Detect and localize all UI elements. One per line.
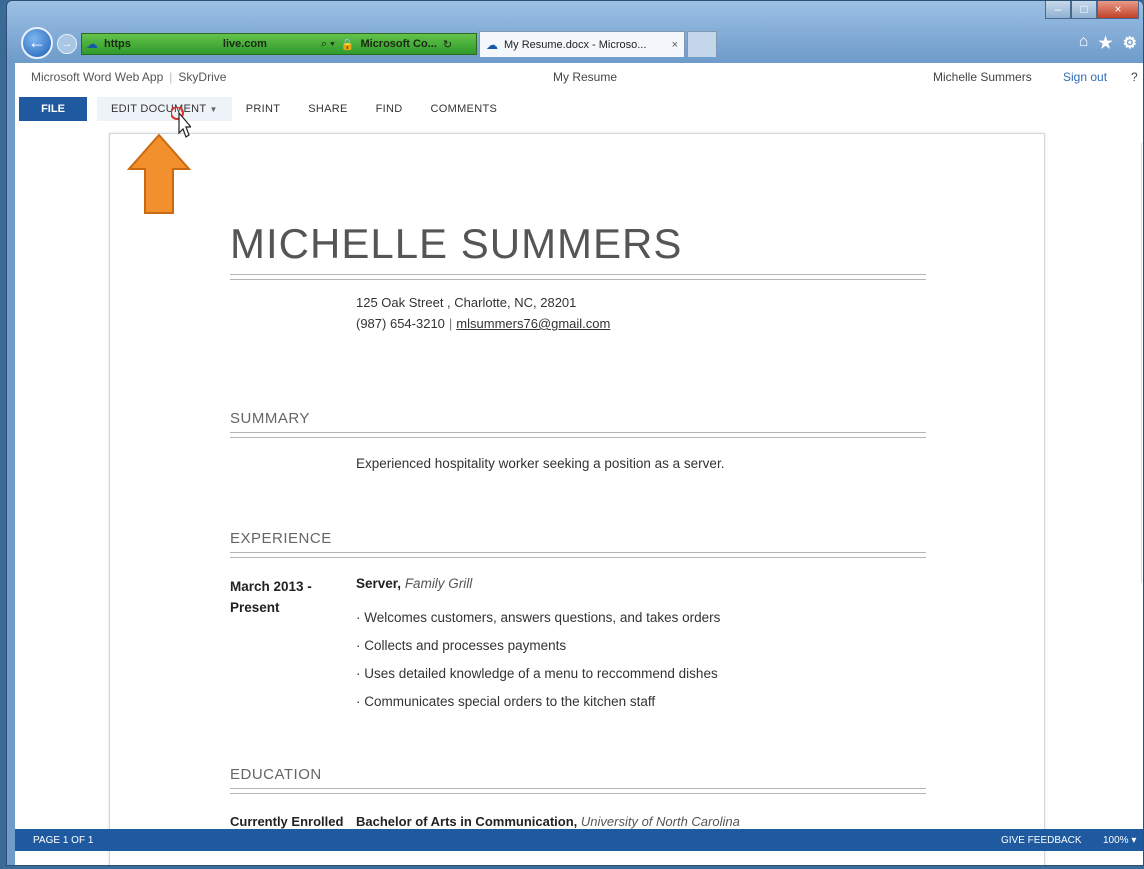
browser-toolbar: ← → ☁ https live.com ⌕ ▾ 🔒 Microsoft Co.… (7, 23, 1143, 63)
user-name[interactable]: Michelle Summers (933, 70, 1032, 84)
education-heading: EDUCATION (230, 766, 322, 783)
email-link[interactable]: mlsummers76@gmail.com (456, 316, 610, 331)
role-title: Server, (356, 576, 402, 591)
forward-arrow-icon[interactable]: → (57, 34, 77, 54)
address-bar[interactable]: ☁ https live.com ⌕ ▾ 🔒 Microsoft Co... ↻ (81, 33, 477, 55)
resume-name: MICHELLE SUMMERS (230, 220, 683, 267)
help-icon[interactable]: ? (1131, 70, 1138, 84)
status-bar: PAGE 1 OF 1 GIVE FEEDBACK 100% ▾ (15, 829, 1143, 851)
list-item: Communicates special orders to the kitch… (356, 688, 720, 716)
divider (230, 432, 926, 438)
contact-block: 125 Oak Street , Charlotte, NC, 28201 (9… (356, 292, 610, 334)
list-item: Welcomes customers, answers questions, a… (356, 604, 720, 632)
gear-icon[interactable]: ⚙ (1123, 33, 1137, 53)
close-icon[interactable]: × (1097, 1, 1139, 19)
summary-text: Experienced hospitality worker seeking a… (356, 456, 725, 471)
tab-my-resume[interactable]: ☁ My Resume.docx - Microso... × (479, 31, 685, 57)
degree: Bachelor of Arts in Communication, (356, 814, 578, 829)
document-title[interactable]: My Resume (553, 70, 617, 84)
tab-title: My Resume.docx - Microso... (504, 38, 647, 51)
site-identity[interactable]: Microsoft Co... (360, 38, 436, 50)
list-item: Uses detailed knowledge of a menu to rec… (356, 660, 720, 688)
summary-heading: SUMMARY (230, 410, 310, 427)
school-name: University of North Carolina (580, 814, 740, 829)
tab-share[interactable]: SHARE (294, 103, 361, 115)
skydrive-cloud-icon: ☁ (86, 37, 98, 51)
minimize-icon[interactable]: – (1045, 1, 1071, 19)
divider (230, 274, 926, 280)
phone-email-line: (987) 654-3210 | mlsummers76@gmail.com (356, 313, 610, 334)
back-arrow-icon[interactable]: ← (21, 27, 53, 59)
sign-out-link[interactable]: Sign out (1063, 70, 1107, 84)
browser-window: – □ × ← → ☁ https live.com ⌕ ▾ 🔒 Microso… (6, 0, 1144, 866)
maximize-icon[interactable]: □ (1071, 1, 1097, 19)
chevron-down-icon: ▼ (209, 105, 218, 114)
education-status: Currently Enrolled (230, 814, 344, 829)
refresh-icon[interactable]: ↻ (443, 38, 452, 51)
orange-up-arrow-icon (127, 133, 191, 214)
phone: (987) 654-3210 (356, 316, 445, 331)
date-line-2: Present (230, 600, 280, 615)
experience-heading: EXPERIENCE (230, 530, 332, 547)
experience-bullets: Welcomes customers, answers questions, a… (356, 604, 720, 716)
company-name: Family Grill (404, 576, 473, 591)
give-feedback-link[interactable]: GIVE FEEDBACK (1001, 835, 1082, 846)
url-domain: live.com (222, 38, 267, 50)
tab-print[interactable]: PRINT (232, 103, 295, 115)
skydrive-link[interactable]: SkyDrive (178, 70, 226, 84)
tab-edit-document[interactable]: EDIT DOCUMENT ▼ (97, 97, 232, 121)
mouse-cursor-icon (171, 107, 191, 138)
browser-tools: ⌂ ★ ⚙ (1079, 33, 1137, 53)
tab-comments[interactable]: COMMENTS (417, 103, 512, 115)
lock-icon: 🔒 (340, 38, 355, 51)
search-icon[interactable]: ⌕ ▾ (321, 38, 335, 51)
education-degree: Bachelor of Arts in Communication, Unive… (356, 814, 740, 829)
app-header: Microsoft Word Web App | SkyDrive My Res… (15, 63, 1143, 91)
header-divider: | (169, 70, 173, 84)
page-count: PAGE 1 OF 1 (33, 834, 94, 846)
file-button[interactable]: FILE (19, 97, 87, 121)
tab-close-icon[interactable]: × (672, 39, 678, 51)
divider (230, 552, 926, 558)
app-name[interactable]: Microsoft Word Web App (31, 70, 163, 84)
list-item: Collects and processes payments (356, 632, 720, 660)
tab-edit-document-label: EDIT DOCUMENT (111, 103, 207, 115)
address-line: 125 Oak Street , Charlotte, NC, 28201 (356, 295, 577, 310)
zoom-level: 100% (1103, 834, 1129, 846)
window-controls: – □ × (1045, 1, 1139, 21)
url-prefix: https (104, 38, 131, 50)
separator: | (448, 316, 453, 331)
home-icon[interactable]: ⌂ (1079, 33, 1089, 53)
favorites-star-icon[interactable]: ★ (1098, 33, 1112, 53)
divider (230, 788, 926, 794)
experience-role: Server, Family Grill (356, 576, 472, 591)
experience-dates: March 2013 - Present (230, 576, 312, 618)
document-page[interactable]: MICHELLE SUMMERS 125 Oak Street , Charlo… (109, 133, 1045, 865)
date-line-1: March 2013 - (230, 579, 312, 594)
new-tab-button[interactable] (687, 31, 717, 57)
tab-find[interactable]: FIND (362, 103, 417, 115)
web-app-area: Microsoft Word Web App | SkyDrive My Res… (15, 63, 1143, 865)
zoom-control[interactable]: 100% ▾ (1103, 835, 1136, 846)
skydrive-cloud-icon: ☁ (486, 37, 498, 52)
